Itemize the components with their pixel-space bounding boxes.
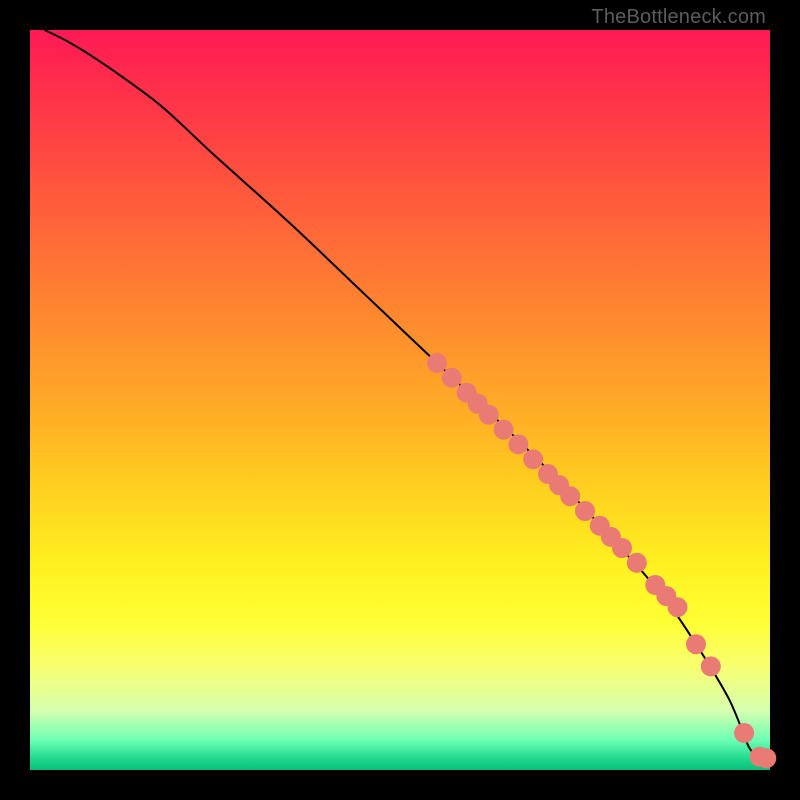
scatter-dot	[427, 353, 447, 373]
scatter-dot	[668, 597, 688, 617]
chart-svg	[30, 30, 770, 770]
chart-frame	[30, 30, 770, 770]
scatter-dot	[627, 553, 647, 573]
scatter-dot	[442, 368, 462, 388]
attribution-label: TheBottleneck.com	[591, 6, 766, 29]
scatter-dot	[701, 656, 721, 676]
scatter-dot	[560, 486, 580, 506]
scatter-dot	[686, 634, 706, 654]
scatter-dot	[612, 538, 632, 558]
scatter-dot	[508, 434, 528, 454]
scatter-dot	[575, 501, 595, 521]
scatter-dot	[494, 420, 514, 440]
scatter-dot	[523, 449, 543, 469]
scatter-dot	[479, 405, 499, 425]
bottleneck-curve	[45, 30, 765, 758]
scatter-dot	[734, 723, 754, 743]
scatter-dot	[756, 748, 776, 768]
scatter-dots	[427, 353, 776, 768]
